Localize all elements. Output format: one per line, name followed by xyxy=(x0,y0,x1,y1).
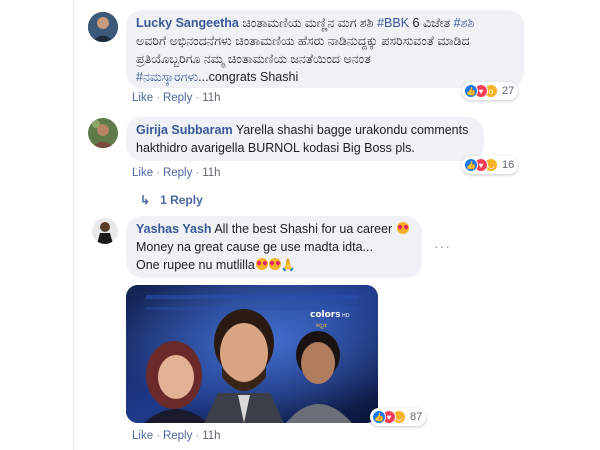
separator: · xyxy=(156,92,160,104)
avatar[interactable] xyxy=(88,12,118,42)
comment-text: hakthidro avarigella BURNOL kodasi Big B… xyxy=(136,141,415,155)
comment-text: Yarella shashi bagge urakondu comments xyxy=(235,123,469,137)
reaction-summary[interactable]: 👍 ♥ o 27 xyxy=(462,82,519,100)
like-link[interactable]: Like xyxy=(132,430,153,442)
comment-text: ಅವರಿಗೆ ಅಭಿನಂದನೆಗಳು ಚಿಂತಾಮಣಿಯ ಹೆಸರು ನಾಡಿನ… xyxy=(136,34,470,48)
reaction-count: 87 xyxy=(410,411,423,423)
avatar[interactable] xyxy=(88,118,118,148)
comment-text: ...congrats Shashi xyxy=(198,70,299,84)
separator: · xyxy=(156,167,160,179)
reply-link[interactable]: Reply xyxy=(163,92,192,104)
reaction-count: 16 xyxy=(502,159,515,171)
left-rail xyxy=(0,0,74,450)
channel-logo-text: colors xyxy=(310,310,341,320)
comment-text: ಚಿಂತಾಮಣಿಯ ಮಣ್ಣಿನ ಮಗ ಶಶಿ xyxy=(242,16,378,30)
comment-text: One rupee nu mutlilla xyxy=(136,258,255,272)
like-link[interactable]: Like xyxy=(132,167,153,179)
comment-actions: Like · Reply · 11h xyxy=(132,430,221,442)
reply-link[interactable]: Reply xyxy=(163,430,192,442)
channel-logo-hd: HD xyxy=(342,313,350,319)
hashtag-link[interactable]: #ಶಶಿ xyxy=(454,16,475,30)
like-reaction-icon: 👍 xyxy=(464,158,478,172)
like-reaction-icon: 👍 xyxy=(464,84,478,98)
separator: · xyxy=(195,430,200,442)
comment-text: ಪ್ರತಿಯೊಬ್ಬರಿಗೂ ನಮ್ಮ ಚಿಂತಾಮಣಿಯ ಜನತೆಯಿಂದ ಅ… xyxy=(136,52,371,66)
avatar-image xyxy=(88,12,118,42)
hashtag-link[interactable]: #BBK xyxy=(377,16,409,30)
channel-logo-kannada: ಕನ್ನಡ xyxy=(316,322,327,329)
view-replies-link[interactable]: ↳ 1 Reply xyxy=(140,193,203,207)
like-reaction-icon: 👍 xyxy=(372,410,386,424)
avatar[interactable] xyxy=(92,218,118,244)
heart-eyes-emoji-icon xyxy=(255,258,268,270)
reaction-summary[interactable]: 👍 ♥ ◡ 87 xyxy=(370,408,427,426)
hashtag-link[interactable]: #ನಮಸ್ಕಾರಗಳು xyxy=(136,70,198,84)
more-options-icon[interactable]: ··· xyxy=(434,238,451,254)
reaction-summary[interactable]: 👍 ♥ ◡ 16 xyxy=(462,156,519,174)
separator: · xyxy=(156,430,160,442)
comment-actions: Like · Reply · 11h xyxy=(132,92,221,104)
heart-eyes-emoji-icon xyxy=(396,222,409,234)
comment-author[interactable]: Girija Subbaram xyxy=(136,123,233,137)
comment-text: All the best Shashi for ua career xyxy=(214,222,393,236)
photo-image: colors HD ಕನ್ನಡ xyxy=(126,285,378,423)
avatar-image xyxy=(88,118,118,148)
comment-author[interactable]: Yashas Yash xyxy=(136,222,212,236)
comment-bubble: Yashas Yash All the best Shashi for ua c… xyxy=(126,216,422,278)
comment-text: Money na great cause ge use madta idta..… xyxy=(136,240,373,254)
praying-hands-icon: 🙏 xyxy=(280,258,296,272)
separator: · xyxy=(195,167,200,179)
heart-eyes-emoji-icon xyxy=(268,258,281,270)
timestamp[interactable]: 11h xyxy=(202,92,220,104)
timestamp[interactable]: 11h xyxy=(202,167,220,179)
comment-photo[interactable]: colors HD ಕನ್ನಡ xyxy=(126,285,378,423)
comment-author[interactable]: Lucky Sangeetha xyxy=(136,16,239,30)
reply-arrow-icon: ↳ xyxy=(140,193,151,207)
avatar-image xyxy=(92,218,118,244)
separator: · xyxy=(195,92,200,104)
comment-bubble: Lucky Sangeetha ಚಿಂತಾಮಣಿಯ ಮಣ್ಣಿನ ಮಗ ಶಶಿ … xyxy=(126,10,524,88)
comment-actions: Like · Reply · 11h xyxy=(132,167,221,179)
timestamp[interactable]: 11h xyxy=(202,430,220,442)
comment-bubble: Girija Subbaram Yarella shashi bagge ura… xyxy=(126,117,484,161)
reaction-count: 27 xyxy=(502,85,515,97)
comments-thread: Lucky Sangeetha ಚಿಂತಾಮಣಿಯ ಮಣ್ಣಿನ ಮಗ ಶಶಿ … xyxy=(74,0,600,450)
like-link[interactable]: Like xyxy=(132,92,153,104)
comment-text: 6 ವಿಜೇತ xyxy=(409,16,454,30)
reply-link[interactable]: Reply xyxy=(163,167,192,179)
